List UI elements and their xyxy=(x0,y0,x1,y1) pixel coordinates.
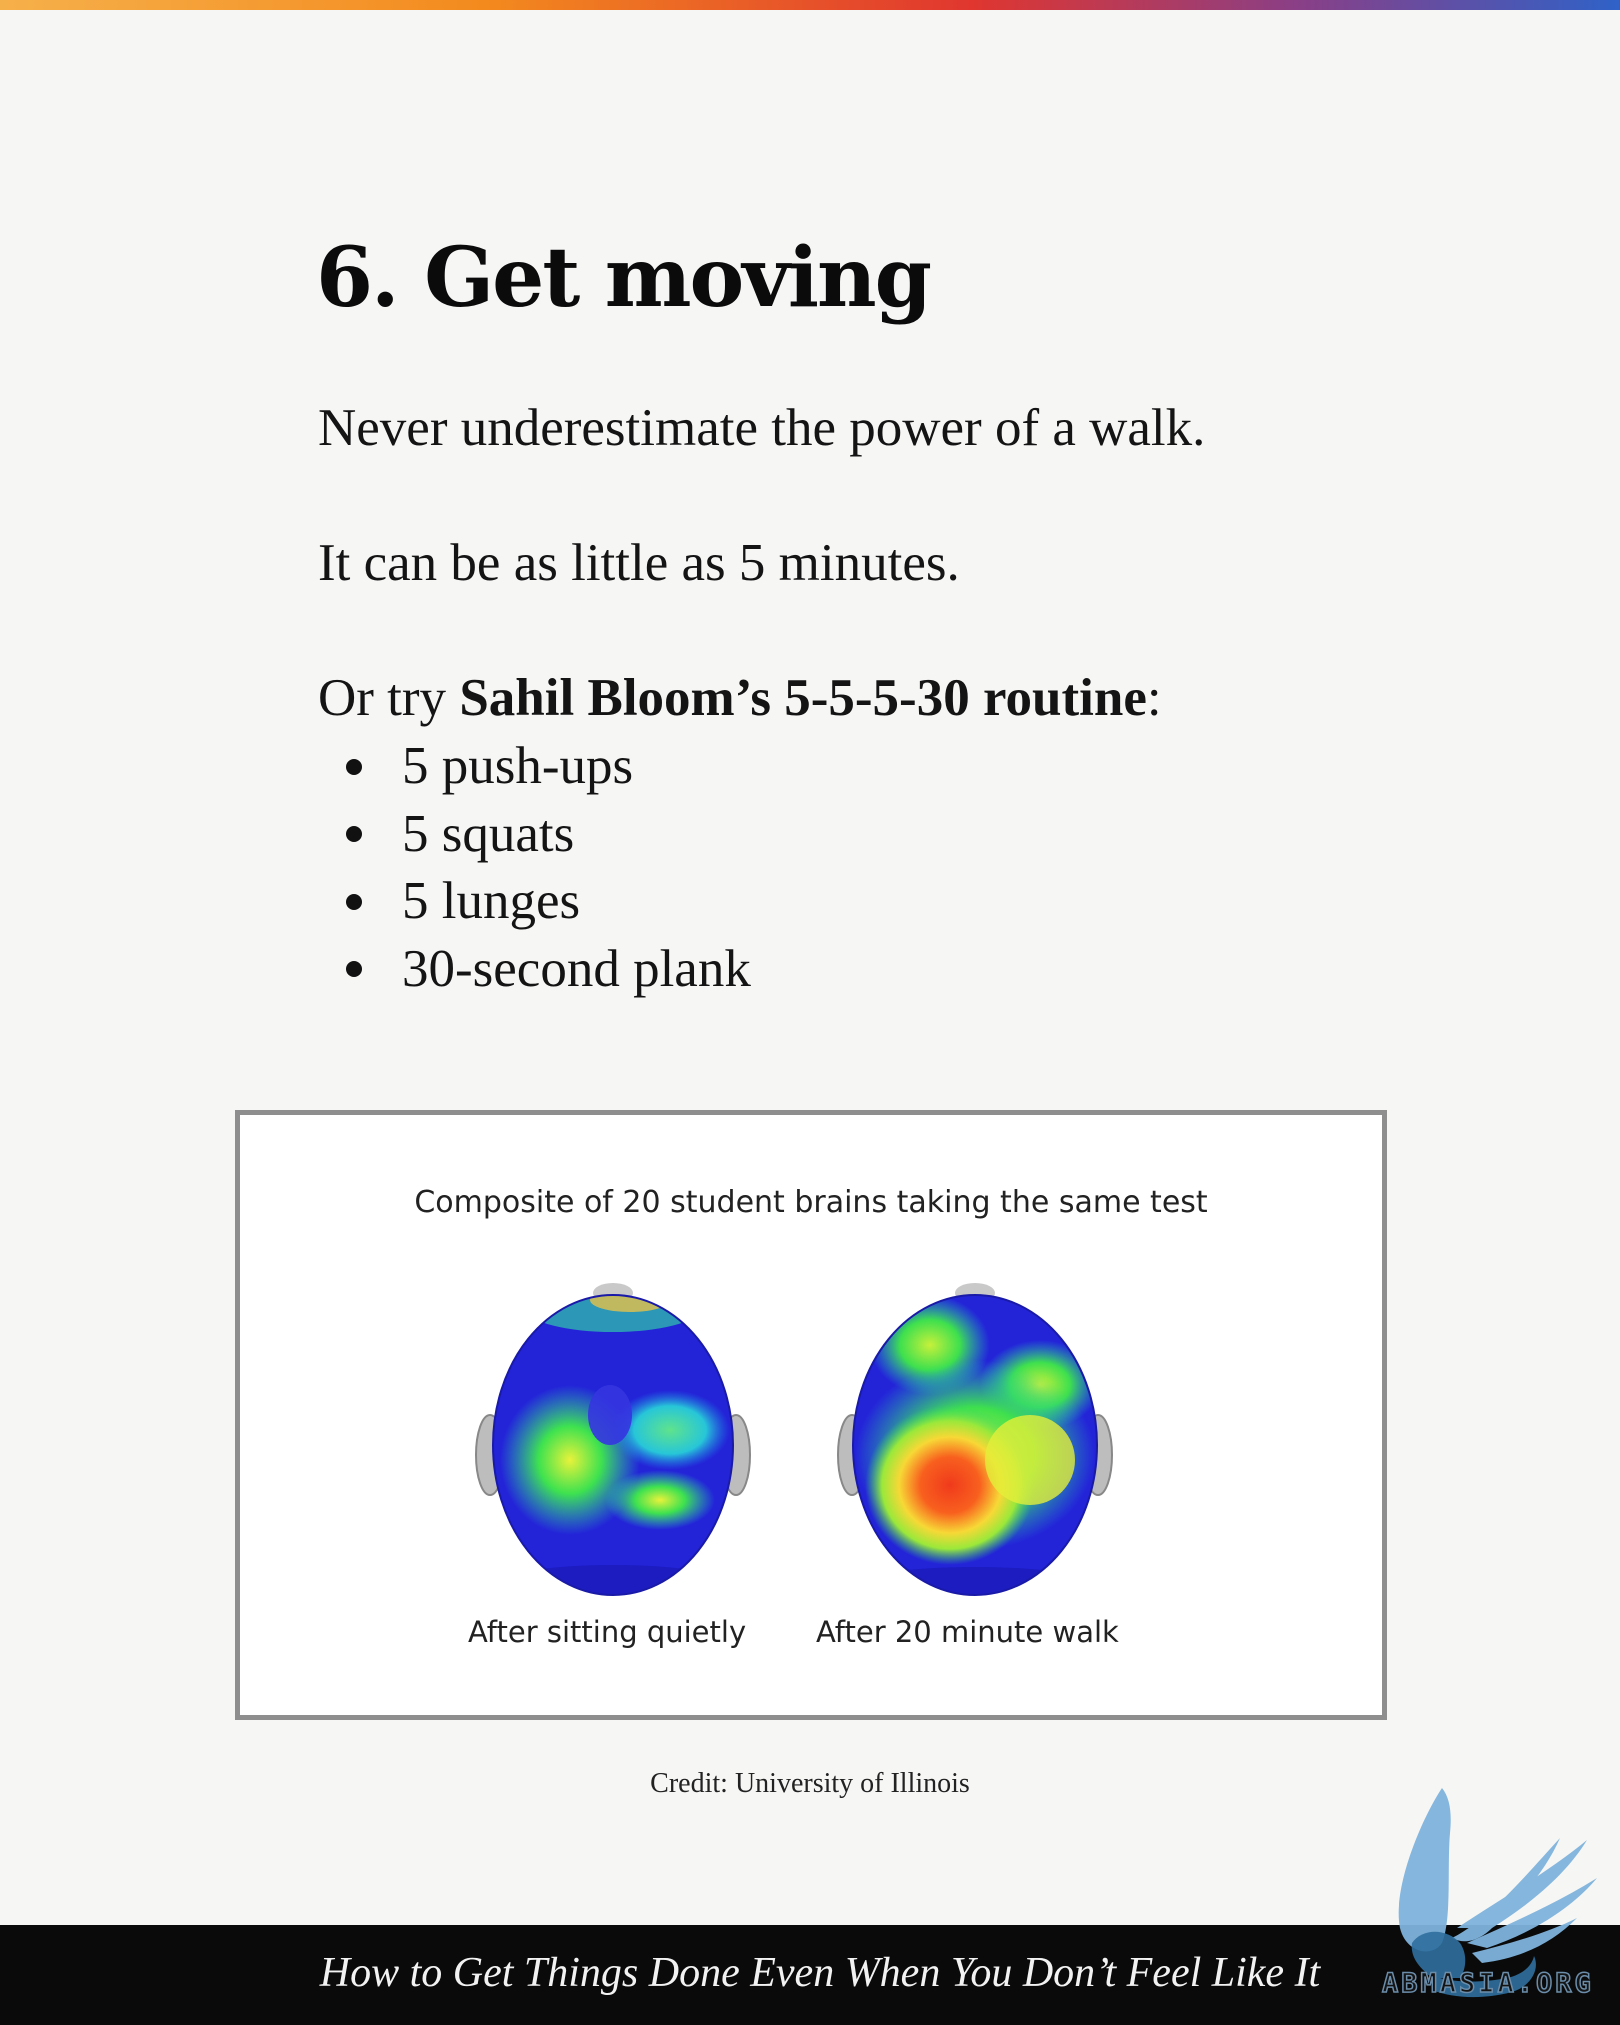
head-after-walk xyxy=(837,1283,1113,1596)
watermark-text: ABMASIA.ORG xyxy=(1381,1967,1594,2000)
paragraph-walk: Never underestimate the power of a walk. xyxy=(318,399,1206,457)
list-item: 5 push-ups xyxy=(346,733,751,801)
list-item: 5 squats xyxy=(346,801,751,869)
routine-name: Sahil Bloom’s 5-5-5-30 routine xyxy=(459,669,1147,727)
list-item-text: 5 lunges xyxy=(402,872,581,930)
list-item: 5 lunges xyxy=(346,868,751,936)
list-item-text: 5 push-ups xyxy=(402,737,634,795)
list-item: 30-second plank xyxy=(346,936,751,1004)
bullet-icon xyxy=(346,961,362,978)
list-item-text: 30-second plank xyxy=(402,939,751,998)
head-after-sitting xyxy=(475,1283,751,1596)
paragraph-duration: It can be as little as 5 minutes. xyxy=(318,534,960,592)
section-heading: 6. Get moving xyxy=(316,230,932,326)
bullet-icon xyxy=(346,758,362,775)
figure-title: Composite of 20 student brains taking th… xyxy=(414,1185,1208,1220)
bullet-icon xyxy=(346,826,362,843)
figure-label-left: After sitting quietly xyxy=(468,1615,747,1649)
brain-scan-figure: Composite of 20 student brains taking th… xyxy=(235,1110,1387,1720)
routine-list: 5 push-ups 5 squats 5 lunges 30-second p… xyxy=(346,733,751,1003)
figure-label-right: After 20 minute walk xyxy=(816,1615,1119,1649)
list-item-text: 5 squats xyxy=(402,804,575,863)
routine-intro-suffix: : xyxy=(1146,669,1162,727)
top-gradient-bar xyxy=(0,0,1620,10)
paragraph-routine-intro: Or try Sahil Bloom’s 5-5-5-30 routine: xyxy=(318,668,1162,728)
routine-intro-prefix: Or try xyxy=(318,669,460,727)
bullet-icon xyxy=(346,893,362,910)
